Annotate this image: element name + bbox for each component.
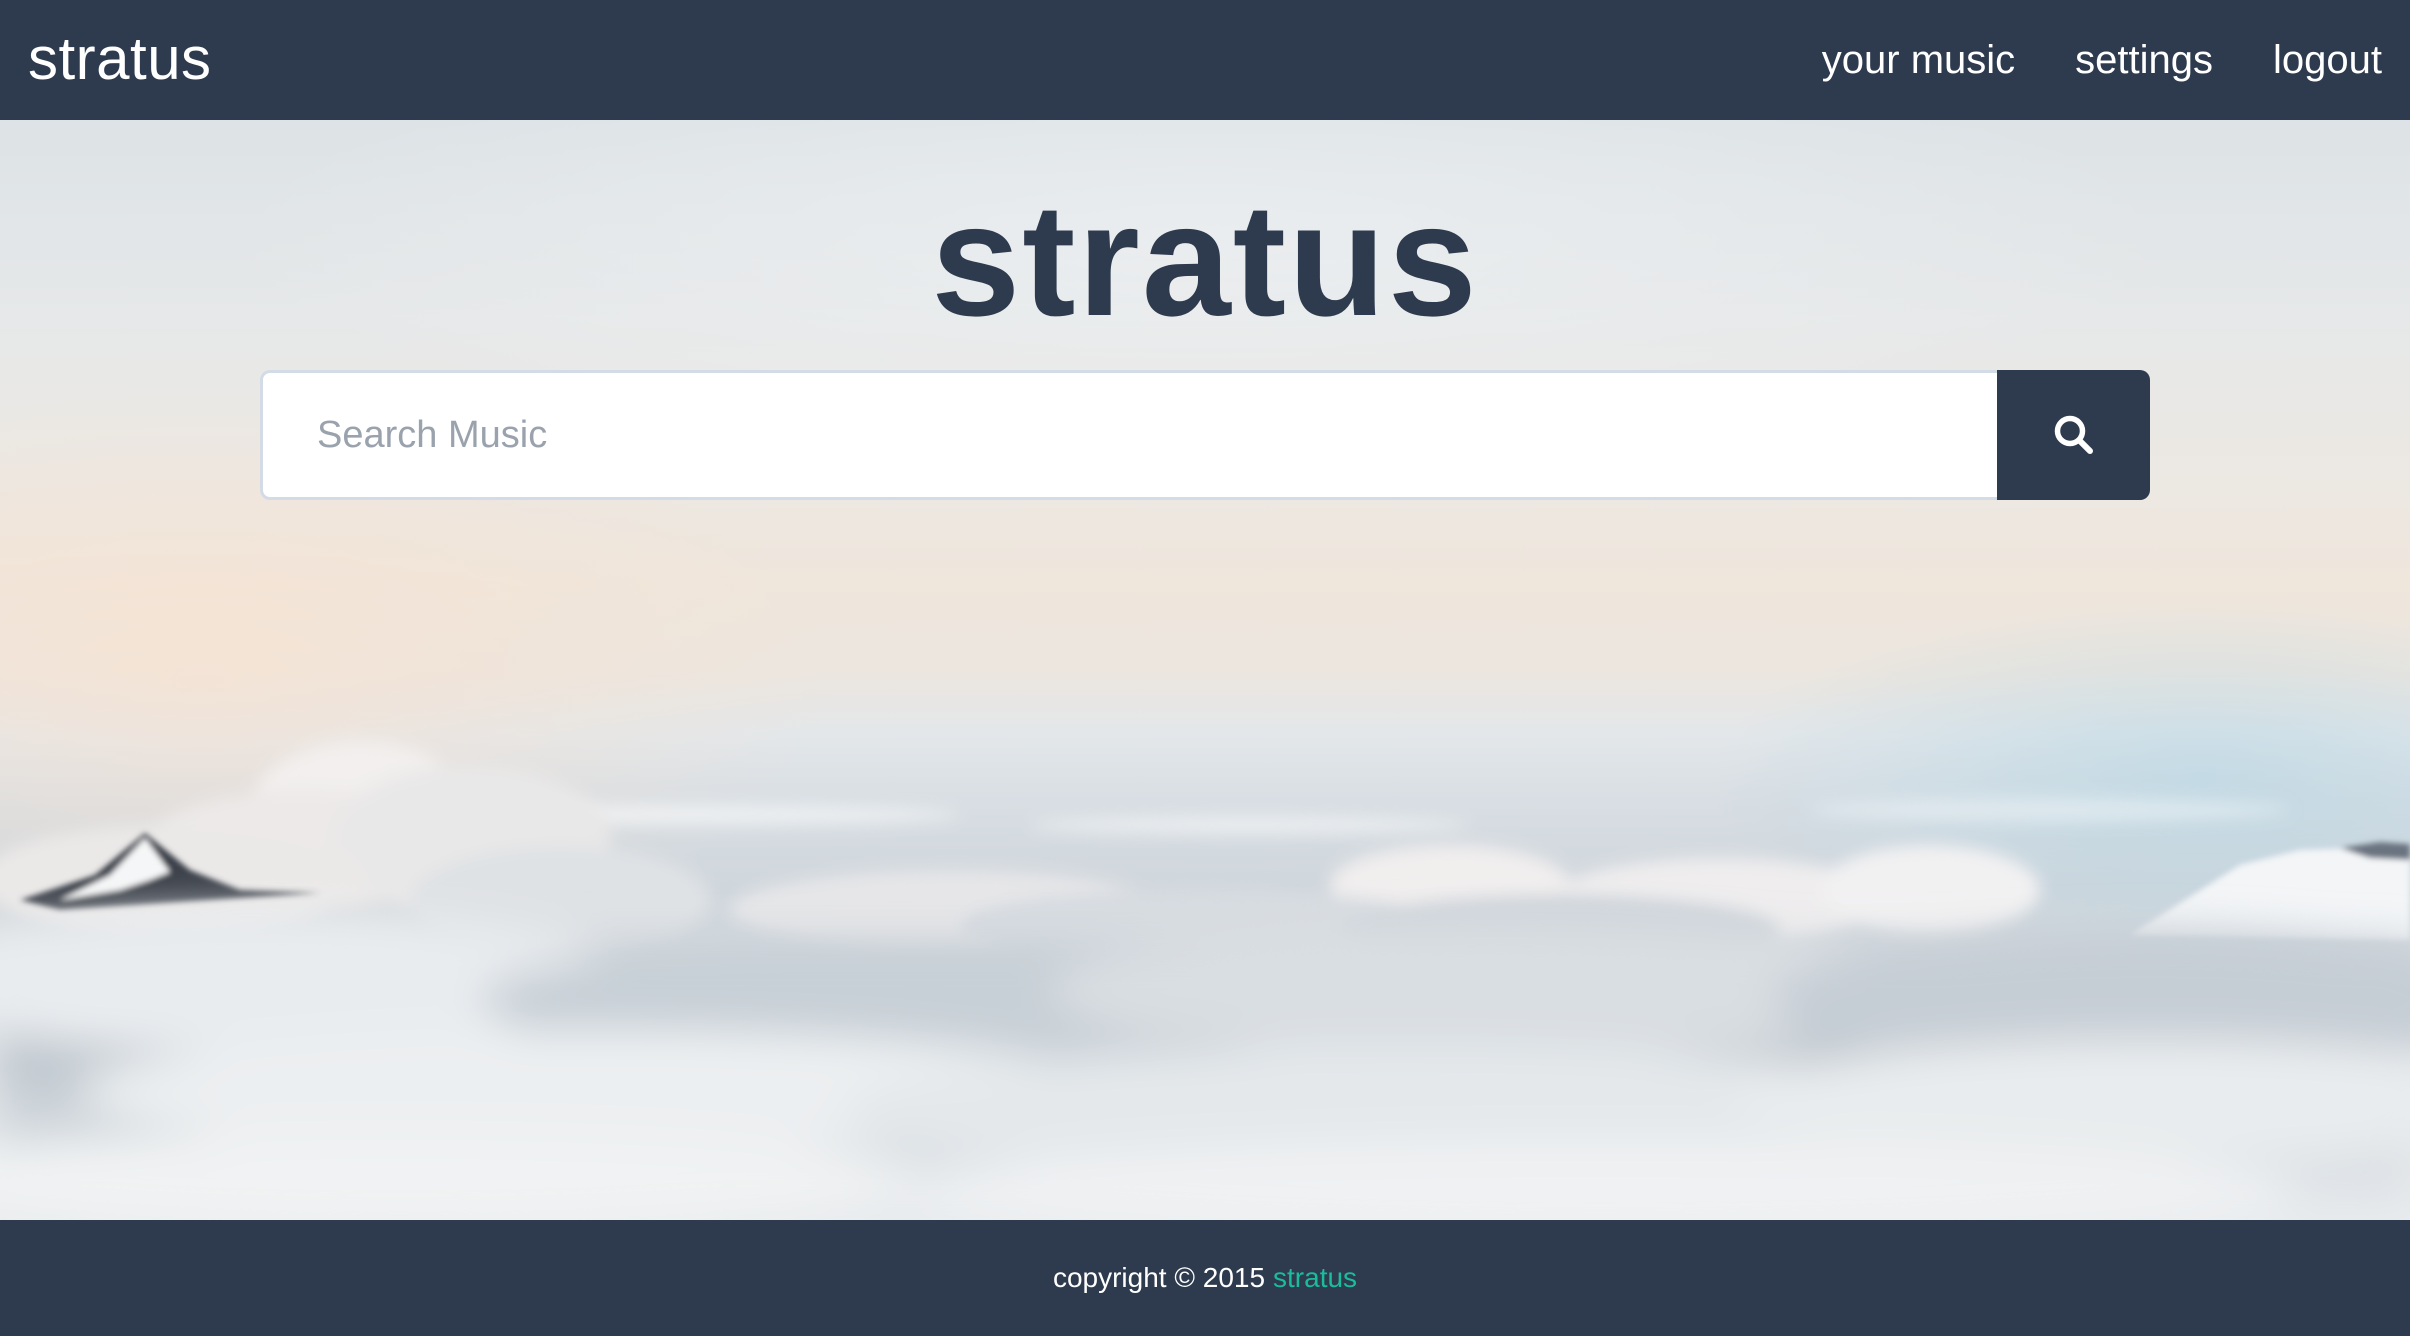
nav-link-settings[interactable]: settings: [2075, 40, 2213, 80]
search-button[interactable]: [1997, 370, 2150, 500]
nav-links: your music settings logout: [1822, 40, 2382, 80]
hero-title: stratus: [931, 170, 1479, 349]
top-navbar: stratus your music settings logout: [0, 0, 2410, 120]
footer-stratus-link[interactable]: stratus: [1273, 1262, 1357, 1294]
search-form: [260, 370, 2150, 500]
nav-link-logout[interactable]: logout: [2273, 40, 2382, 80]
copyright-text: copyright © 2015: [1052, 1262, 1266, 1293]
page-footer: copyright © 2015 stratus: [0, 1220, 2410, 1336]
brand-logo-link[interactable]: stratus: [28, 29, 212, 89]
nav-link-your-music[interactable]: your music: [1822, 40, 2015, 80]
search-music-input[interactable]: [260, 370, 1997, 500]
search-icon: [2054, 415, 2093, 454]
footer-copyright: copyright © 2015 stratus: [1053, 1262, 1357, 1294]
hero-section: stratus: [0, 120, 2410, 1220]
